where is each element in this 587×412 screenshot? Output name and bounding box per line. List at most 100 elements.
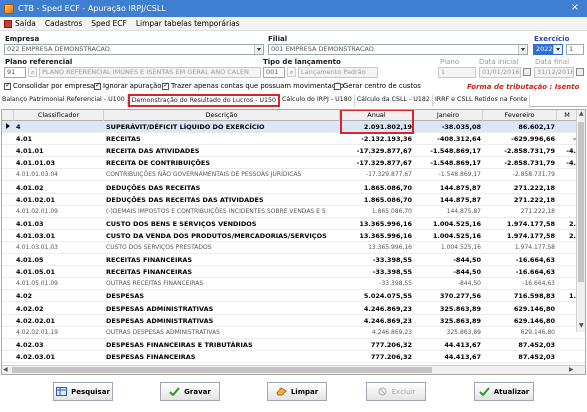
scroll-left-icon[interactable]: ◀ <box>3 366 8 373</box>
table-row[interactable]: 4.01.05.01.09 OUTRAS RECEITAS FINANCEIRAS… <box>2 278 585 291</box>
cell-marco <box>557 121 578 133</box>
column-header-marco[interactable]: M <box>557 110 578 121</box>
cell-descricao: DEDUÇÕES DAS RECEITAS DAS ATIVIDADES <box>106 195 264 204</box>
table-row[interactable]: 4.01.05.01 RECEITAS FINANCEIRAS -33.398,55… <box>2 266 585 279</box>
trazer-contas-checkbox[interactable]: Trazer apenas contas que possuam movimen… <box>162 81 344 90</box>
table-row[interactable]: 4.02 DESPESAS 5.024.075,55 370.277,56 716.59… <box>2 290 585 303</box>
cell-janeiro: 44.413,67 <box>444 340 481 349</box>
table-row[interactable]: 4 SUPERÁVIT/DÉFICIT LÍQUIDO DO EXERCÍCIO 2… <box>2 121 585 134</box>
menu-limpar-tabelas[interactable]: Limpar tabelas temporárias <box>136 19 240 28</box>
table-row[interactable]: 4.01.01.03 RECEITA DE CONTRIBUIÇÕES -17.32… <box>2 157 585 170</box>
table-row[interactable]: 4.01.01 RECEITA DAS ATIVIDADES -17.329.877… <box>2 145 585 158</box>
table-row[interactable]: 4.02.02.01.19 OUTRAS DESPESAS ADMINISTRAT… <box>2 327 585 339</box>
cell-classificador: 4.01.01.03.04 <box>16 171 58 179</box>
binoculars-icon[interactable]: ⌕ <box>287 67 296 77</box>
tab-balanco-u100[interactable]: Balanço Patrimonial Referencial - U100 <box>0 95 128 107</box>
pesquisar-button[interactable]: Pesquisar <box>53 382 113 401</box>
column-header-fevereiro[interactable]: Fevereiro <box>483 110 557 121</box>
column-header-descricao[interactable]: Descrição <box>104 110 340 121</box>
table-row[interactable]: 4.02.02 DESPESAS ADMINISTRATIVAS 4.246.869… <box>2 303 585 315</box>
table-row[interactable]: 4.01.02.01.09 (-)DEMAIS IMPOSTOS E CONTRI… <box>2 206 585 218</box>
plano-code-field[interactable]: 91 <box>4 67 26 78</box>
cell-janeiro: -1.548.869,17 <box>438 171 481 179</box>
empresa-select[interactable]: 022 EMPRESA DEMONSTRACAO <box>4 44 264 55</box>
gerar-centro-custos-checkbox[interactable]: Gerar centro de custos <box>334 82 421 90</box>
menu-cadastros[interactable]: Cadastros <box>45 19 82 28</box>
table-row[interactable]: 4.01 RECEITAS -2.132.193,36 -408.312,64 -629… <box>2 133 585 146</box>
cell-marco <box>557 303 578 315</box>
filial-label: Filial <box>268 35 288 43</box>
cell-descricao: OUTRAS RECEITAS FINANCEIRAS <box>106 280 204 288</box>
table-row[interactable]: 4.01.01.03.04 CONTRIBUIÇÕES NÃO GOVERNAME… <box>2 169 585 182</box>
calendar-icon <box>576 68 584 76</box>
cell-fevereiro: -16.664,63 <box>522 280 555 288</box>
binoculars-icon[interactable]: ⌕ <box>28 67 37 77</box>
consolidar-checkbox[interactable]: Consolidar por empresa <box>4 81 94 90</box>
plano-referencial-label: Plano referencial <box>5 58 73 66</box>
cell-marco <box>557 169 578 181</box>
ignorar-apuracao-checkbox[interactable]: Ignorar apuração <box>94 81 162 90</box>
table-row[interactable]: 4.02.03 DESPESAS FINANCEIRAS E TRIBUTÁRIA… <box>2 339 585 351</box>
menu-sped-ecf[interactable]: Sped ECF <box>91 19 127 28</box>
data-grid[interactable]: Classificador Descrição Anual Janeiro Fe… <box>1 109 586 375</box>
plano-field: 1 <box>438 67 476 78</box>
cell-anual: -17.329.877,67 <box>365 171 412 179</box>
cell-anual: -17.329.877,67 <box>356 147 412 156</box>
cell-marco: - <box>573 135 576 144</box>
cell-janeiro: -844,50 <box>453 256 481 265</box>
column-header-classificador[interactable]: Classificador <box>14 110 104 121</box>
table-row[interactable]: 4.01.05 RECEITAS FINANCEIRAS -33.398,55 -84… <box>2 254 585 267</box>
horizontal-scroll-thumb[interactable] <box>12 367 432 373</box>
table-row[interactable]: 4.01.03.01.03 CUSTO DOS SERVIÇOS PRESTADO… <box>2 242 585 255</box>
menu-saida[interactable]: Saída <box>4 19 36 28</box>
table-row[interactable]: 4.02.02.01 DESPESAS ADMINISTRATIVAS 4.246.… <box>2 315 585 327</box>
cell-janeiro: -844,50 <box>457 280 481 288</box>
cell-anual: 777.206,32 <box>370 352 412 361</box>
scroll-up-icon[interactable]: ▲ <box>579 110 584 117</box>
cell-fevereiro: 629.146,80 <box>520 328 555 336</box>
cell-janeiro: 144.875,87 <box>446 207 481 215</box>
atualizar-button[interactable]: Atualizar <box>474 382 534 401</box>
exercicio-seq-field[interactable]: 1 <box>566 44 584 55</box>
check-icon <box>169 387 180 396</box>
cell-marco: -4. <box>566 159 576 168</box>
cell-marco <box>557 327 578 339</box>
table-row[interactable]: 4.01.02.01 DEDUÇÕES DAS RECEITAS DAS ATIV… <box>2 194 585 206</box>
column-header-anual[interactable]: Anual <box>340 110 414 121</box>
cell-fevereiro: 1.974.177,58 <box>506 231 555 240</box>
scroll-down-icon[interactable]: ▼ <box>579 322 584 329</box>
excluir-button[interactable]: Excluir <box>366 382 426 401</box>
vertical-scrollbar[interactable]: ▲ ▼ <box>576 110 585 332</box>
tab-calculo-csll-u182[interactable]: Cálculo da CSLL - U182 <box>354 95 433 107</box>
cell-classificador: 4.01.01.03 <box>16 159 56 168</box>
tipo-lancamento-code-field[interactable]: 001 <box>263 67 285 78</box>
exercicio-year-select[interactable]: 2022 <box>533 44 563 55</box>
menu-bar: Saída Cadastros Sped ECF Limpar tabelas … <box>0 17 587 31</box>
cell-marco <box>557 351 578 363</box>
cell-fevereiro: 271.222,18 <box>520 207 555 215</box>
scroll-right-icon[interactable]: ▶ <box>569 366 574 373</box>
search-grid-icon <box>56 387 68 396</box>
cell-classificador: 4.01 <box>16 135 33 144</box>
vertical-scroll-thumb[interactable] <box>578 122 584 282</box>
cell-anual: 777.206,32 <box>370 340 412 349</box>
tab-demonstracao-u150[interactable]: Demonstração do Resultado do Lucros - U1… <box>127 94 280 107</box>
table-row[interactable]: 4.01.03 CUSTO DOS BENS E SERVIÇOS VENDIDO… <box>2 218 585 230</box>
cell-anual: 13.365.996,16 <box>359 219 412 228</box>
tab-irrf-csll-retidos[interactable]: IRRF e CSLL Retidos na Fonte <box>432 95 531 107</box>
close-icon[interactable]: × <box>569 2 581 14</box>
cell-fevereiro: 87.452,03 <box>518 352 555 361</box>
limpar-button[interactable]: Limpar <box>267 382 327 401</box>
gravar-button[interactable]: Gravar <box>160 382 220 401</box>
column-header-janeiro[interactable]: Janeiro <box>414 110 483 121</box>
table-row[interactable]: 4.02.03.01 DESPESAS FINANCEIRAS 777.206,32… <box>2 351 585 363</box>
table-row[interactable]: 4.01.02 DEDUÇÕES DAS RECEITAS 1.865.086,70… <box>2 182 585 194</box>
cell-classificador: 4.01.02.01.09 <box>16 207 58 215</box>
table-row[interactable]: 4.01.03.01 CUSTO DA VENDA DOS PRODUTOS/ME… <box>2 230 585 242</box>
cell-anual: 1.865.086,70 <box>363 195 412 204</box>
cell-janeiro: 1.004.525,16 <box>432 231 481 240</box>
tab-calculo-irpj-u180[interactable]: Cálculo do IRPJ - U180 <box>280 95 355 107</box>
cell-janeiro: 44.413,67 <box>444 352 481 361</box>
horizontal-scrollbar[interactable]: ◀ ▶ <box>2 365 585 374</box>
filial-select[interactable]: 001 EMPRESA DEMONSTRACAO <box>268 44 528 55</box>
